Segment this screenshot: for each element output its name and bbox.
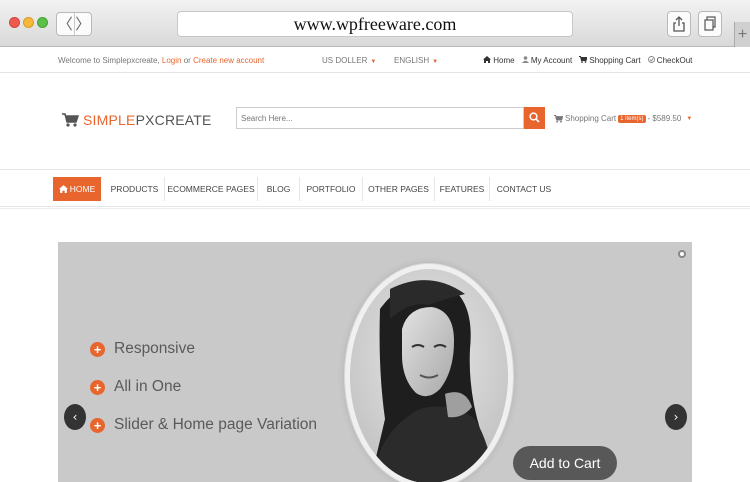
tabs-icon bbox=[704, 16, 716, 31]
user-icon bbox=[521, 56, 529, 63]
plus-icon: + bbox=[90, 417, 105, 433]
feature-item: + Slider & Home page Variation bbox=[90, 416, 317, 434]
nav-blog[interactable]: BLOG bbox=[258, 177, 300, 201]
slider-pager-dot[interactable] bbox=[678, 250, 686, 258]
cart-icon bbox=[579, 56, 588, 63]
site-logo[interactable]: SIMPLE PXCREATE bbox=[62, 112, 212, 128]
caret-down-icon: ▼ bbox=[686, 115, 693, 122]
nav-features[interactable]: FEATURES bbox=[435, 177, 490, 201]
plus-icon: + bbox=[90, 341, 105, 357]
browser-chrome: 〈 〉 www.wpfreeware.com + bbox=[0, 0, 750, 48]
main-nav: HOME PRODUCTS ECOMMERCE PAGES BLOG PORTF… bbox=[0, 169, 750, 207]
nav-home[interactable]: HOME bbox=[53, 177, 101, 201]
caret-down-icon: ▼ bbox=[432, 59, 439, 65]
home-link[interactable]: Home bbox=[483, 56, 515, 65]
checkout-label: CheckOut bbox=[656, 56, 693, 65]
hero-slider: + Responsive + All in One + Slider & Hom… bbox=[58, 242, 692, 482]
share-button[interactable] bbox=[667, 11, 691, 37]
nav-portfolio[interactable]: PORTFOLIO bbox=[300, 177, 363, 201]
add-to-cart-button[interactable]: Add to Cart bbox=[513, 446, 617, 480]
address-bar[interactable]: www.wpfreeware.com bbox=[177, 11, 573, 37]
logo-text-pxcreate: PXCREATE bbox=[135, 112, 212, 128]
or-label: or bbox=[183, 56, 191, 65]
language-label: ENGLISH bbox=[394, 56, 430, 65]
back-button[interactable]: 〈 bbox=[57, 13, 75, 35]
minimize-window-button[interactable] bbox=[23, 17, 34, 28]
home-link-label: Home bbox=[493, 56, 515, 65]
my-account-label: My Account bbox=[530, 56, 573, 65]
model-portrait-image bbox=[345, 264, 513, 482]
search-icon bbox=[529, 112, 540, 123]
home-icon bbox=[483, 56, 491, 63]
cart-icon bbox=[554, 114, 563, 123]
check-icon bbox=[647, 56, 655, 63]
divider bbox=[0, 208, 750, 209]
welcome-text: Welcome to Simplepxcreate, Login or Crea… bbox=[58, 56, 264, 65]
login-link[interactable]: Login bbox=[162, 56, 182, 65]
currency-label: US DOLLER bbox=[322, 56, 368, 65]
nav-products[interactable]: PRODUCTS bbox=[105, 177, 165, 201]
home-icon bbox=[58, 185, 68, 193]
slider-next-button[interactable]: › bbox=[665, 404, 687, 430]
maximize-window-button[interactable] bbox=[37, 17, 48, 28]
top-links: Home My Account Shopping Cart CheckOut bbox=[483, 56, 692, 65]
cart-count-badge: 1 item(s) bbox=[618, 114, 646, 123]
logo-text-simple: SIMPLE bbox=[83, 112, 136, 128]
mini-cart[interactable]: Shopping Cart 1 item(s) - $589.50 ▼ bbox=[554, 114, 692, 123]
tabs-button[interactable] bbox=[698, 11, 722, 37]
slider-prev-button[interactable]: ‹ bbox=[64, 404, 86, 430]
close-window-button[interactable] bbox=[9, 17, 20, 28]
cart-icon bbox=[62, 113, 79, 127]
share-icon bbox=[673, 16, 685, 32]
top-bar: Welcome to Simplepxcreate, Login or Crea… bbox=[0, 47, 750, 73]
language-dropdown[interactable]: ENGLISH ▼ bbox=[394, 56, 438, 65]
nav-home-label: HOME bbox=[69, 184, 96, 194]
forward-button[interactable]: 〉 bbox=[75, 13, 92, 35]
caret-down-icon: ▼ bbox=[370, 59, 377, 65]
search-button[interactable] bbox=[524, 107, 545, 129]
welcome-label: Welcome to Simplepxcreate, bbox=[58, 56, 160, 65]
feature-text: Slider & Home page Variation bbox=[114, 416, 318, 433]
my-account-link[interactable]: My Account bbox=[521, 56, 573, 65]
nav-contact-us[interactable]: CONTACT US bbox=[490, 177, 558, 201]
nav-ecommerce-pages[interactable]: ECOMMERCE PAGES bbox=[165, 177, 258, 201]
currency-dropdown[interactable]: US DOLLER ▼ bbox=[322, 56, 376, 65]
shopping-cart-label: Shopping Cart bbox=[589, 56, 641, 65]
feature-text: Responsive bbox=[114, 340, 195, 357]
create-account-link[interactable]: Create new account bbox=[193, 56, 264, 65]
plus-icon: + bbox=[90, 379, 105, 395]
search-input[interactable] bbox=[236, 107, 524, 129]
nav-other-pages[interactable]: OTHER PAGES bbox=[363, 177, 435, 201]
shopping-cart-link[interactable]: Shopping Cart bbox=[579, 56, 641, 65]
feature-text: All in One bbox=[114, 378, 182, 395]
history-buttons: 〈 〉 bbox=[56, 12, 92, 36]
feature-item: + All in One bbox=[90, 378, 181, 396]
cart-total: - $589.50 bbox=[647, 114, 682, 123]
checkout-link[interactable]: CheckOut bbox=[647, 56, 693, 65]
mini-cart-label: Shopping Cart bbox=[565, 114, 617, 123]
new-tab-button[interactable]: + bbox=[734, 22, 750, 48]
feature-item: + Responsive bbox=[90, 340, 195, 358]
